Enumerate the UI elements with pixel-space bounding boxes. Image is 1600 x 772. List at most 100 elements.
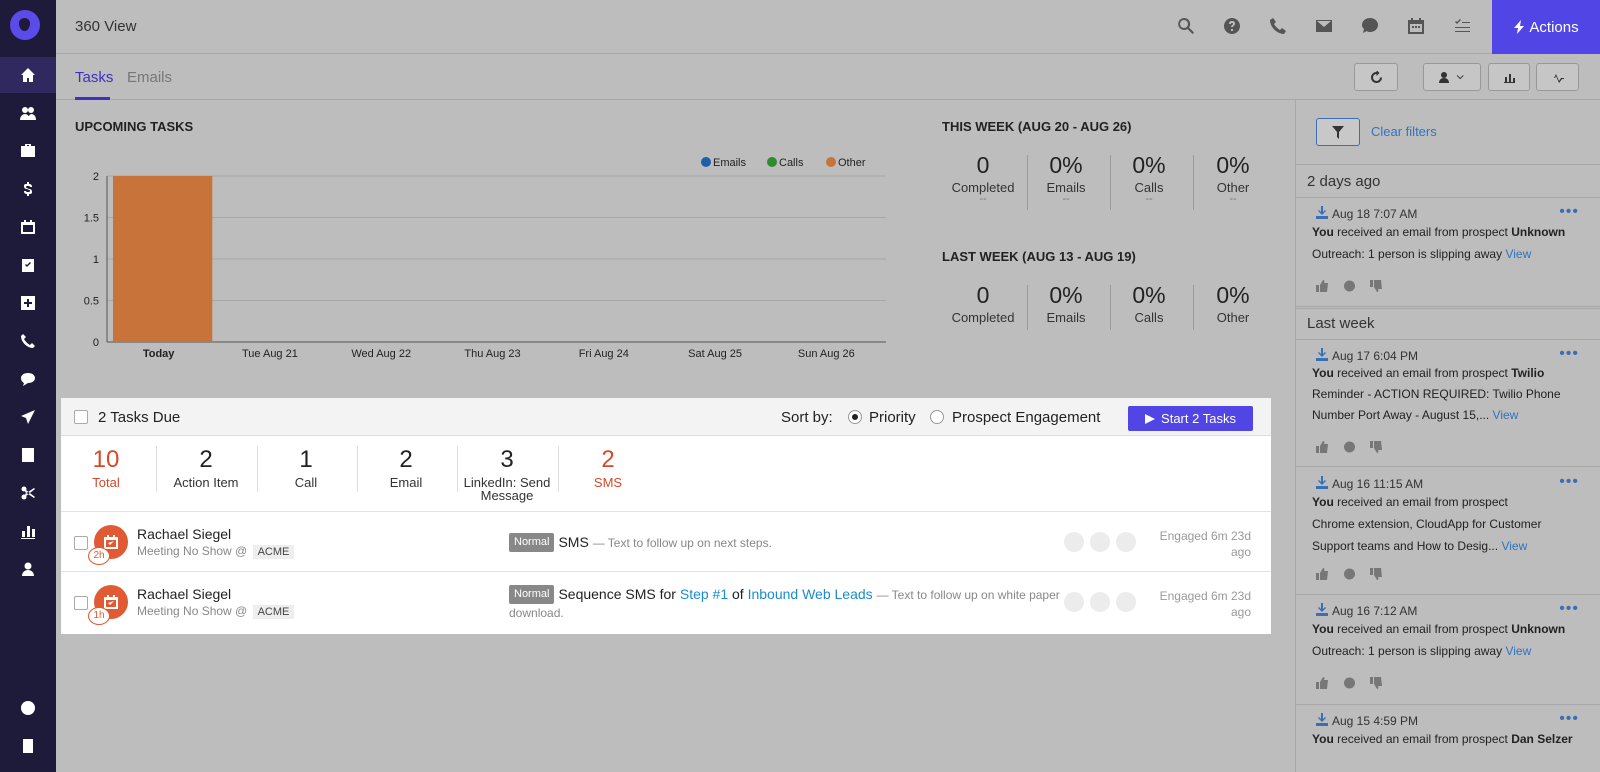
view-icon[interactable] bbox=[1064, 532, 1084, 552]
filter-icon bbox=[1332, 125, 1344, 139]
tasks-list-icon[interactable] bbox=[1451, 15, 1473, 37]
reports-icon[interactable] bbox=[0, 513, 56, 549]
send-icon[interactable] bbox=[0, 399, 56, 435]
count-action-item[interactable]: 2 Action Item bbox=[156, 446, 256, 489]
sort-priority-radio[interactable] bbox=[848, 410, 862, 424]
this-week-title: THIS WEEK (AUG 20 - AUG 26) bbox=[942, 119, 1132, 134]
thumbs-up-icon[interactable] bbox=[1316, 279, 1329, 292]
sequence-link[interactable]: Inbound Web Leads bbox=[748, 586, 873, 602]
bar-chart-button[interactable] bbox=[1488, 63, 1530, 91]
clipboard-icon[interactable] bbox=[0, 247, 56, 283]
tab-emails[interactable]: Emails bbox=[127, 69, 172, 86]
feed-action: received an email from prospect bbox=[1337, 732, 1508, 746]
neutral-icon[interactable] bbox=[1343, 676, 1356, 689]
step-link[interactable]: Step #1 bbox=[680, 586, 728, 602]
neutral-icon[interactable] bbox=[1343, 567, 1356, 580]
scissors-icon[interactable] bbox=[0, 475, 56, 511]
refresh-button[interactable] bbox=[1354, 63, 1398, 91]
more-icon[interactable]: ••• bbox=[1559, 600, 1579, 618]
phone-icon[interactable] bbox=[1267, 15, 1289, 37]
play-icon bbox=[1145, 413, 1156, 424]
neutral-icon[interactable] bbox=[1343, 440, 1356, 453]
sort-engagement-radio[interactable] bbox=[930, 410, 944, 424]
feed-text: You received an email from prospect Unkn… bbox=[1312, 618, 1577, 662]
thumbs-down-icon[interactable] bbox=[1370, 440, 1383, 453]
prospect-name[interactable]: Rachael Siegel bbox=[137, 586, 231, 602]
more-icon[interactable]: ••• bbox=[1559, 203, 1579, 221]
thumbs-up-icon[interactable] bbox=[1316, 440, 1329, 453]
neutral-icon[interactable] bbox=[1343, 279, 1356, 292]
thumbs-up-icon[interactable] bbox=[1316, 676, 1329, 689]
calendar-icon[interactable] bbox=[1405, 15, 1427, 37]
feed-prospect[interactable]: Dan Selzer bbox=[1511, 732, 1572, 746]
start-tasks-button[interactable]: Start 2 Tasks bbox=[1128, 406, 1253, 431]
refresh-icon bbox=[1370, 70, 1382, 83]
thumbs-down-icon[interactable] bbox=[1370, 279, 1383, 292]
view-icon[interactable] bbox=[1064, 592, 1084, 612]
link-icon[interactable] bbox=[1090, 532, 1110, 552]
company-tag[interactable]: ACME bbox=[252, 605, 295, 619]
task-row[interactable]: 1h Rachael Siegel Meeting No Show @ ACME… bbox=[61, 571, 1271, 631]
logo[interactable] bbox=[10, 10, 40, 40]
user-filter-dropdown[interactable] bbox=[1423, 63, 1481, 91]
help-icon[interactable] bbox=[1221, 15, 1243, 37]
feed-prospect[interactable]: Unknown bbox=[1511, 622, 1565, 636]
reply-icon[interactable] bbox=[1116, 592, 1136, 612]
filter-button[interactable] bbox=[1316, 118, 1360, 146]
view-link[interactable]: View bbox=[1501, 539, 1527, 553]
people-icon[interactable] bbox=[0, 95, 56, 131]
count-linkedin[interactable]: 3 LinkedIn: Send Message bbox=[457, 446, 557, 502]
activity-button[interactable] bbox=[1536, 63, 1579, 91]
search-icon[interactable] bbox=[1175, 15, 1197, 37]
more-icon[interactable]: ••• bbox=[1559, 710, 1579, 728]
count-email[interactable]: 2 Email bbox=[356, 446, 456, 489]
task-checkbox[interactable] bbox=[74, 536, 88, 550]
task-row[interactable]: 2h Rachael Siegel Meeting No Show @ ACME… bbox=[61, 511, 1271, 571]
sort-priority-label[interactable]: Priority bbox=[869, 409, 916, 426]
feed-prospect[interactable]: Twilio bbox=[1511, 366, 1544, 380]
tab-tasks[interactable]: Tasks bbox=[75, 69, 113, 86]
contacts-book-icon[interactable] bbox=[0, 728, 56, 764]
count-total[interactable]: 10 Total bbox=[56, 446, 156, 489]
stat-delta: -- bbox=[1145, 193, 1153, 205]
thumbs-down-icon[interactable] bbox=[1370, 567, 1383, 580]
add-task-icon[interactable] bbox=[0, 285, 56, 321]
prospect-name[interactable]: Rachael Siegel bbox=[137, 526, 231, 542]
sort-engagement-label[interactable]: Prospect Engagement bbox=[952, 409, 1100, 426]
feed-prospect[interactable]: Unknown bbox=[1511, 225, 1565, 239]
feed-text: You received an email from prospect Dan … bbox=[1312, 728, 1577, 750]
sidebar bbox=[0, 0, 56, 772]
task-subtitle: Meeting No Show @ ACME bbox=[137, 604, 295, 619]
thumbs-down-icon[interactable] bbox=[1370, 676, 1383, 689]
view-link[interactable]: View bbox=[1505, 644, 1531, 658]
view-link[interactable]: View bbox=[1493, 408, 1519, 422]
company-tag[interactable]: ACME bbox=[252, 545, 295, 559]
feed-text: You received an email from prospect Unkn… bbox=[1312, 221, 1577, 265]
calendar-icon[interactable] bbox=[0, 209, 56, 245]
actions-button[interactable]: Actions bbox=[1492, 0, 1600, 54]
chat-icon[interactable] bbox=[1359, 15, 1381, 37]
count-sms[interactable]: 2 SMS bbox=[558, 446, 658, 489]
dollar-icon[interactable] bbox=[0, 171, 56, 207]
mail-icon[interactable] bbox=[1313, 15, 1335, 37]
select-all-checkbox[interactable] bbox=[74, 410, 88, 424]
home-icon[interactable] bbox=[0, 57, 56, 93]
user-icon[interactable] bbox=[0, 551, 56, 587]
thumbs-up-icon[interactable] bbox=[1316, 567, 1329, 580]
clear-filters-link[interactable]: Clear filters bbox=[1371, 124, 1437, 139]
reply-icon[interactable] bbox=[1116, 532, 1136, 552]
link-icon[interactable] bbox=[1090, 592, 1110, 612]
task-checkbox[interactable] bbox=[74, 596, 88, 610]
briefcase-icon[interactable] bbox=[0, 133, 56, 169]
view-link[interactable]: View bbox=[1505, 247, 1531, 261]
more-icon[interactable]: ••• bbox=[1559, 473, 1579, 491]
task-sub-text: Meeting No Show @ bbox=[137, 604, 248, 618]
phone-icon[interactable] bbox=[0, 323, 56, 359]
feed-text: You received an email from prospect Chrom… bbox=[1312, 491, 1577, 557]
templates-icon[interactable] bbox=[0, 437, 56, 473]
task-subtitle: Meeting No Show @ ACME bbox=[137, 544, 295, 559]
chat-icon[interactable] bbox=[0, 361, 56, 397]
globe-icon[interactable] bbox=[0, 690, 56, 726]
more-icon[interactable]: ••• bbox=[1559, 345, 1579, 363]
count-call[interactable]: 1 Call bbox=[256, 446, 356, 489]
